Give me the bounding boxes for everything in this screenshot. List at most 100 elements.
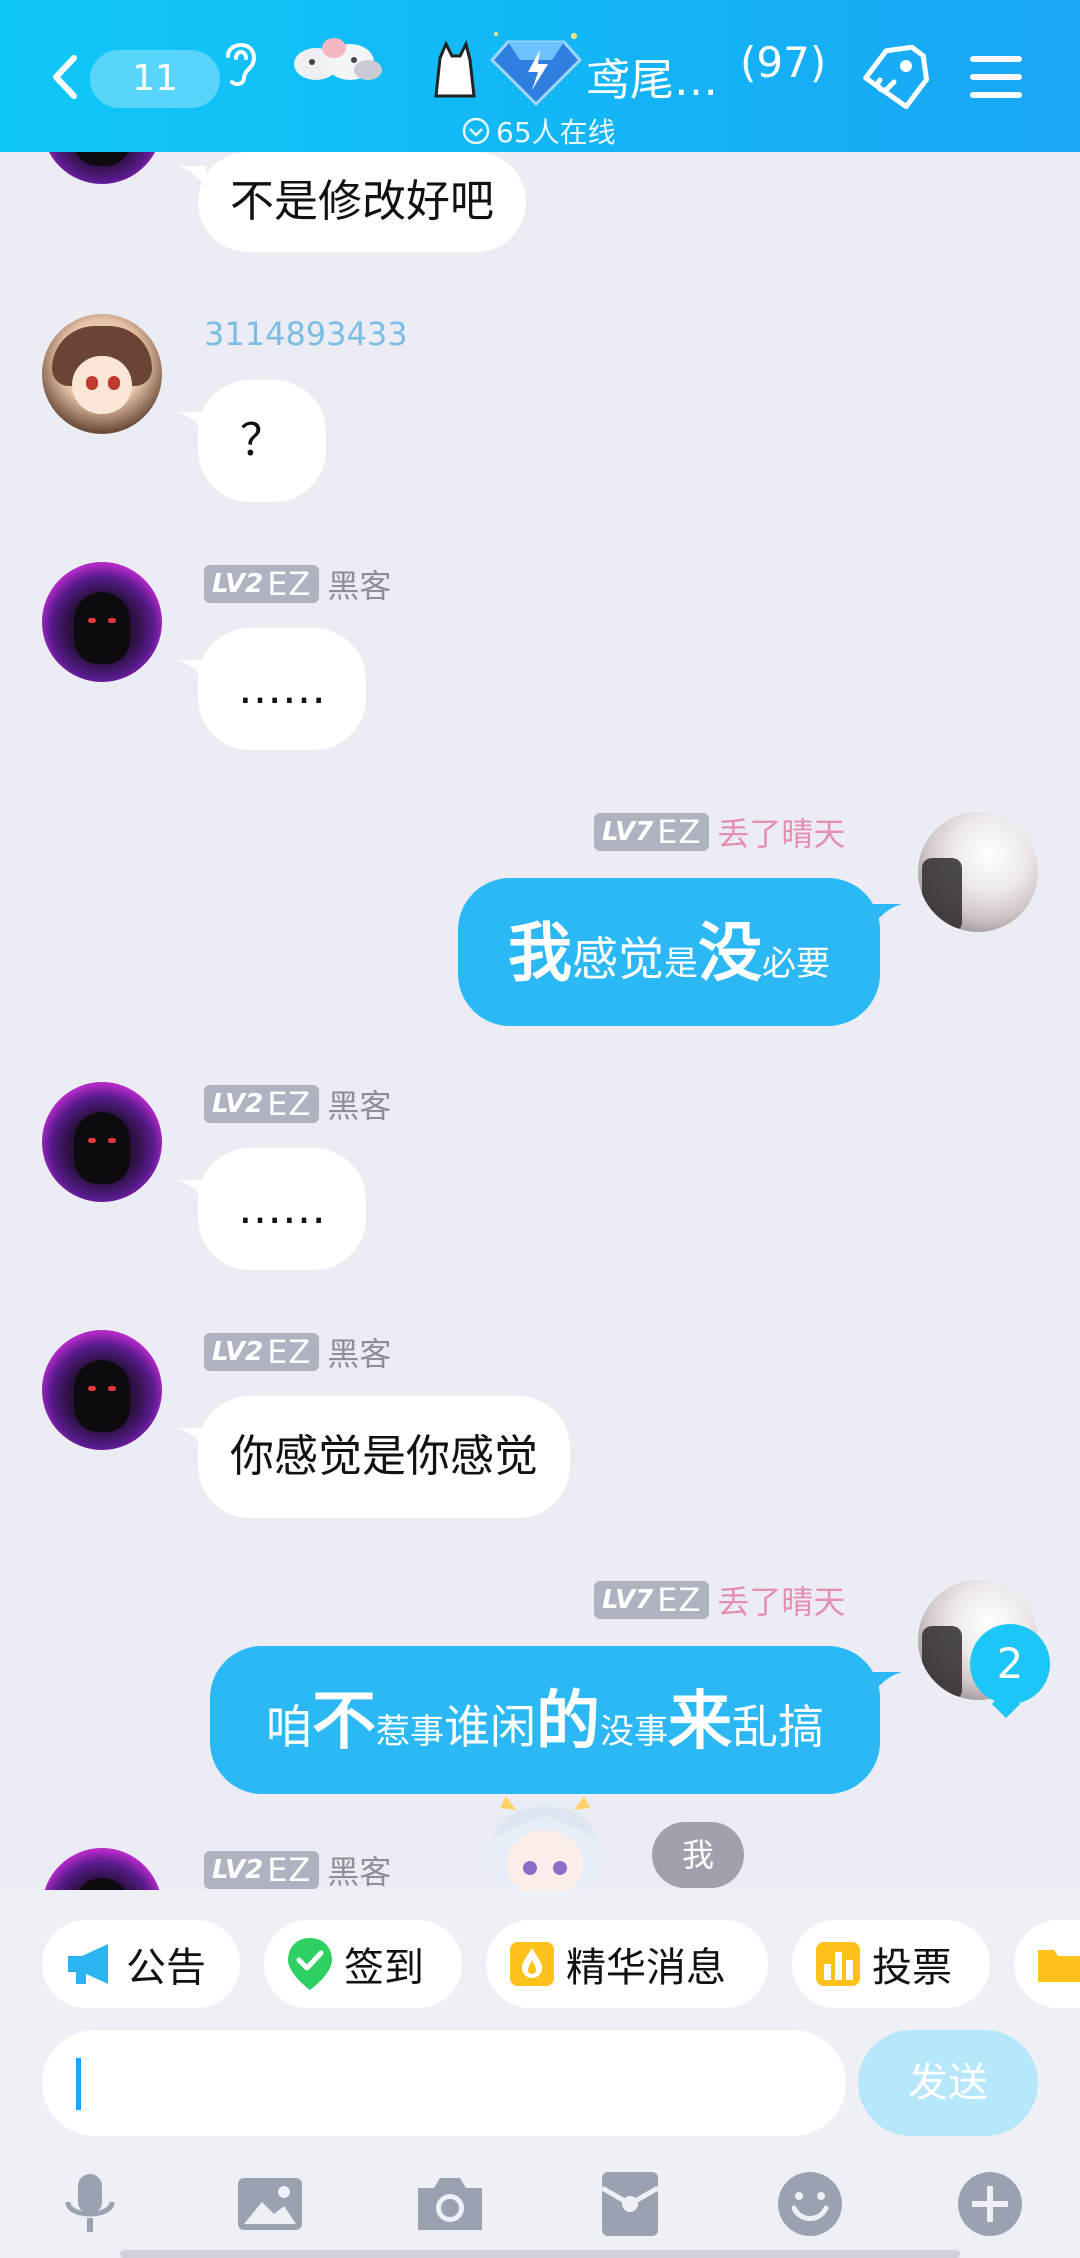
folder-icon: [1038, 1950, 1080, 1982]
level-text: LV7: [602, 1585, 654, 1615]
sender-name[interactable]: 黑客: [327, 1847, 391, 1890]
message-text: ……: [238, 1183, 326, 1234]
message-text: 不是修改好吧: [230, 176, 494, 227]
announcement-chip[interactable]: 公告: [42, 1920, 240, 2008]
avatar[interactable]: [918, 812, 1038, 932]
message-text: 咱: [266, 1700, 312, 1754]
badge-text: EZ: [267, 1085, 312, 1123]
tag-link-icon[interactable]: [856, 44, 932, 112]
bubble-tail: [872, 904, 902, 928]
sender-row: LV7 EZ 丢了晴天: [594, 1577, 845, 1623]
message-text: 不: [312, 1685, 376, 1759]
message-text: 的: [536, 1685, 600, 1759]
chip-label: 精华消息: [566, 1945, 726, 1991]
chip-label: 公告: [126, 1945, 206, 1991]
sender-name[interactable]: 丢了晴天: [717, 1577, 845, 1623]
level-text: LV2: [212, 569, 264, 599]
message-text: 谁闲: [444, 1700, 536, 1754]
message-bubble[interactable]: 我感觉是没必要: [458, 878, 880, 1026]
message-bubble[interactable]: ？: [198, 380, 326, 502]
avatar[interactable]: [42, 562, 162, 682]
chat-header: 11 鸢尾… (97) 65人在线: [0, 0, 1080, 152]
badge-text: EZ: [657, 813, 702, 851]
chevron-left-icon: [53, 55, 77, 99]
message-bubble[interactable]: ……: [198, 1148, 366, 1270]
home-indicator: [120, 2250, 960, 2258]
sender-name[interactable]: 丢了晴天: [717, 809, 845, 855]
level-text: LV7: [602, 817, 654, 847]
message-bubble[interactable]: 咱不惹事 谁闲的没事来乱搞: [210, 1646, 880, 1794]
mic-icon[interactable]: [54, 2168, 126, 2240]
text-caret: [76, 2058, 81, 2110]
message-text: ……: [238, 663, 326, 714]
chip-label: 投票: [872, 1945, 952, 1991]
sender-name[interactable]: 黑客: [327, 1329, 391, 1375]
message-text: 惹事: [376, 1712, 444, 1752]
message-text: 感觉: [572, 932, 664, 986]
new-messages-badge[interactable]: 2: [970, 1624, 1050, 1704]
message-bubble[interactable]: ……: [198, 628, 366, 750]
back-button[interactable]: 11: [40, 46, 220, 108]
plus-icon[interactable]: [954, 2168, 1026, 2240]
message-bubble[interactable]: 你感觉是你感觉: [198, 1396, 570, 1518]
sender-name[interactable]: 黑客: [327, 1081, 391, 1127]
birds-sticker-icon: [294, 38, 382, 80]
red-packet-icon[interactable]: [594, 2168, 666, 2240]
emoji-icon[interactable]: [774, 2168, 846, 2240]
level-badge: LV7 EZ: [594, 813, 710, 851]
checkin-chip[interactable]: 签到: [264, 1920, 462, 2008]
send-button[interactable]: 发送: [858, 2030, 1038, 2136]
cat-icon: [434, 39, 476, 98]
level-badge: LV2 EZ: [204, 1851, 320, 1889]
avatar[interactable]: [42, 1330, 162, 1450]
online-status[interactable]: 65人在线: [462, 114, 616, 149]
me-mention-pill[interactable]: 我: [652, 1822, 744, 1888]
anime-girl-sticker-icon: [491, 1796, 599, 1890]
composer: 发送: [0, 2030, 1080, 2146]
bubble-tail: [872, 1672, 902, 1696]
unread-count-badge: 11: [90, 50, 220, 108]
message-text: 乱搞: [732, 1700, 824, 1754]
sender-row: LV2 EZ 黑客: [204, 561, 391, 607]
avatar[interactable]: [42, 1082, 162, 1202]
message-list[interactable]: 不是修改好吧 3114893433 ？ LV2 EZ 黑客 …… LV7 EZ …: [0, 152, 1080, 1890]
level-badge: LV2 EZ: [204, 1085, 320, 1123]
online-count-text: 65人在线: [496, 116, 616, 149]
message-bubble[interactable]: 不是修改好吧: [198, 152, 526, 252]
message-text: 没: [698, 917, 762, 991]
level-text: LV2: [212, 1855, 264, 1885]
badge-text: EZ: [657, 1581, 702, 1619]
avatar[interactable]: [42, 152, 162, 184]
message-text: 没事: [600, 1712, 668, 1752]
composer-toolbar: [0, 2146, 1080, 2258]
chip-label: 签到: [344, 1945, 424, 1991]
message-input[interactable]: [42, 2030, 846, 2136]
menu-icon[interactable]: [968, 52, 1024, 102]
level-badge: LV2 EZ: [204, 565, 320, 603]
message-text: 来: [668, 1685, 732, 1759]
message-text: ？: [240, 415, 284, 466]
level-text: LV2: [212, 1337, 264, 1367]
sender-row: LV2 EZ 黑客: [204, 1081, 391, 1127]
message-text: 我: [508, 917, 572, 991]
ear-icon[interactable]: [216, 34, 266, 90]
image-icon[interactable]: [234, 2168, 306, 2240]
megaphone-icon: [68, 1944, 108, 1984]
avatar[interactable]: [42, 314, 162, 434]
sender-name[interactable]: 黑客: [327, 561, 391, 607]
essence-icon: [510, 1942, 554, 1986]
avatar[interactable]: [42, 1848, 162, 1890]
files-chip[interactable]: [1014, 1920, 1080, 2008]
essence-chip[interactable]: 精华消息: [486, 1920, 768, 2008]
checkin-icon: [288, 1938, 332, 1990]
vote-chip[interactable]: 投票: [792, 1920, 990, 2008]
level-badge: LV2 EZ: [204, 1333, 320, 1371]
message-text: 是: [664, 944, 698, 984]
sender-name[interactable]: 3114893433: [204, 315, 408, 353]
sender-row: LV7 EZ 丢了晴天: [594, 809, 845, 855]
quick-actions-bar: 公告 签到 精华消息 投票: [0, 1890, 1080, 2040]
level-badge: LV7 EZ: [594, 1581, 710, 1619]
group-title[interactable]: 鸢尾…: [586, 44, 718, 108]
vote-icon: [816, 1942, 860, 1986]
camera-icon[interactable]: [414, 2168, 486, 2240]
